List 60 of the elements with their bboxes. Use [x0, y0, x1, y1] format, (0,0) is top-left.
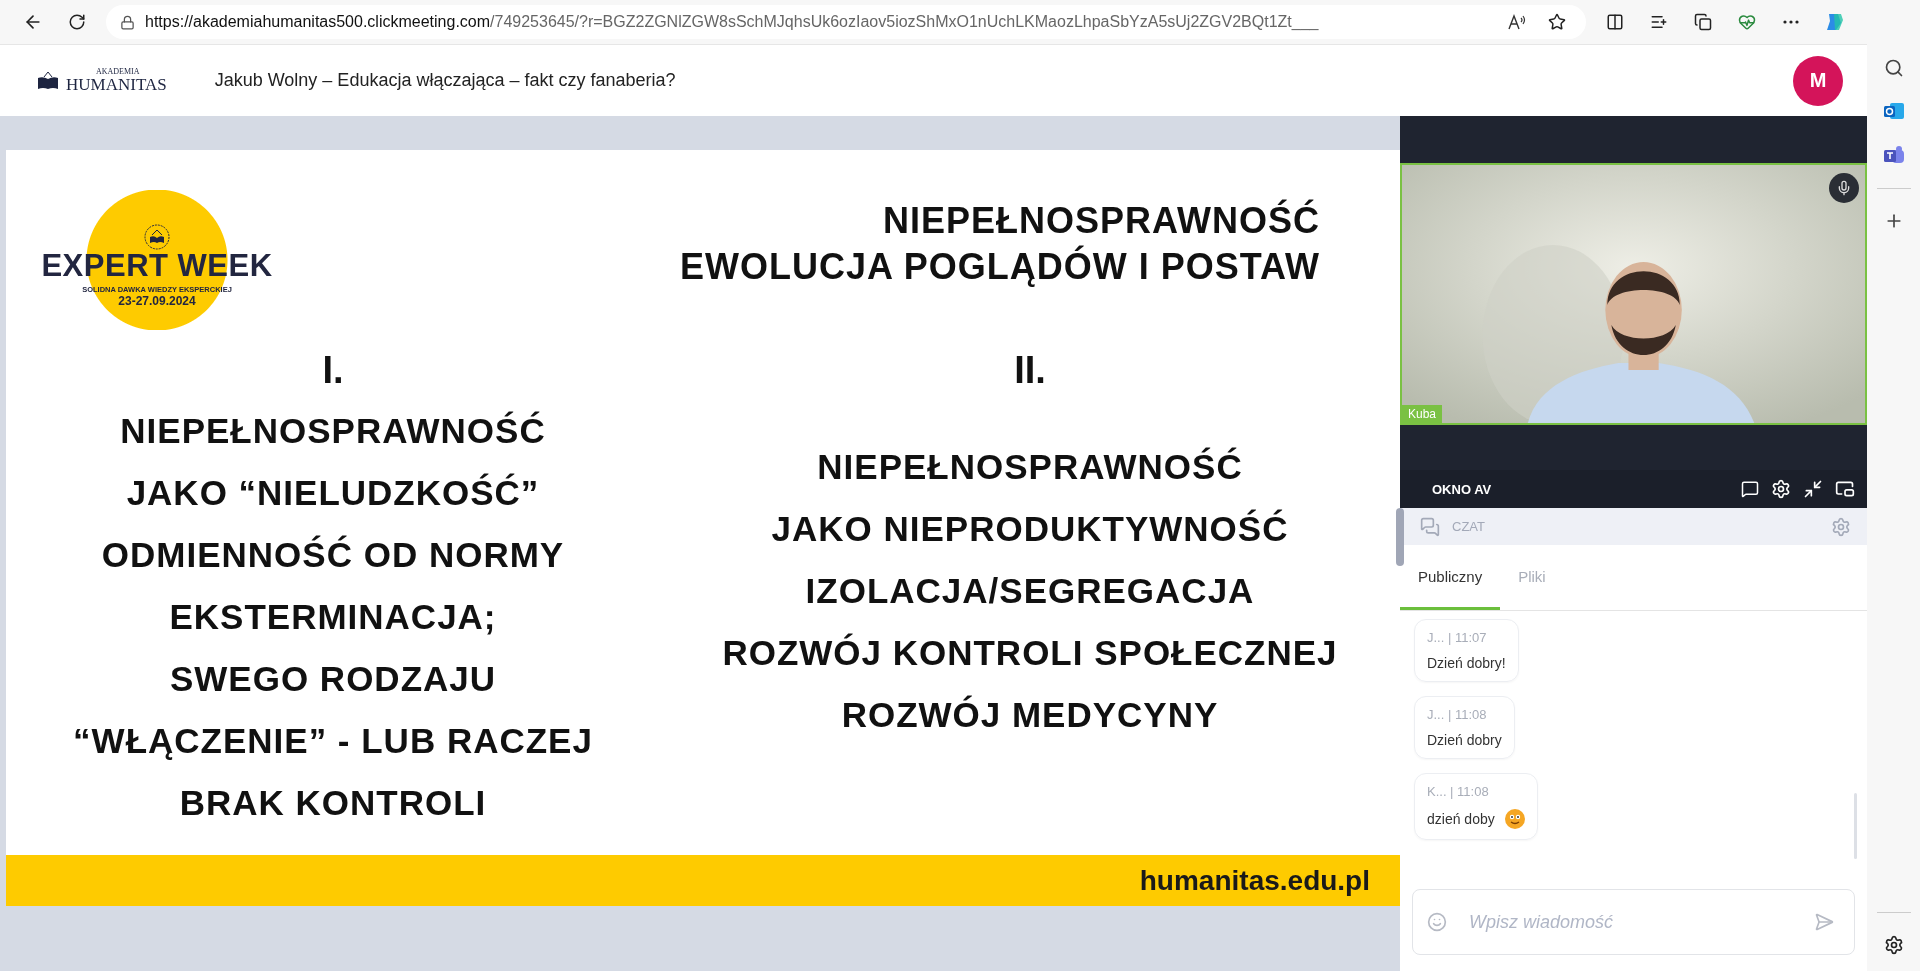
slide-text-line: JAKO NIEPRODUKTYWNOŚĆ: [771, 508, 1289, 550]
minimize-icon[interactable]: [1803, 479, 1823, 499]
slide-title: NIEPEŁNOSPRAWNOŚĆ: [882, 198, 1320, 243]
logo-dates: 23-27.09.2024: [118, 294, 196, 308]
heart-pulse-icon: [1738, 13, 1756, 31]
user-avatar[interactable]: M: [1793, 55, 1843, 106]
slide-text-line: “WŁĄCZENIE” - LUB RACZEJ: [73, 720, 593, 762]
message-text: dzień doby: [1427, 811, 1495, 827]
participant-name: Kuba: [1402, 405, 1443, 423]
url-text: https://akademiahumanitas500.clickmeeting.com/749253645/?r=BGZ2ZGNlZGW8sSchMJqhsUk6ozIaov5iozShMxO1nUchLKMaozLhpaSbYzA5sUj2ZGV2BQt1Zt___: [145, 13, 1319, 31]
chat-title: CZAT: [1452, 519, 1486, 534]
message-input-field[interactable]: Wpisz wiadomość: [1412, 889, 1855, 955]
slide-text-line: BRAK KONTROLI: [179, 782, 487, 824]
address-bar[interactable]: https://akademiahumanitas500.clickmeeting.com/749253645/?r=BGZ2ZGNlZGW8sSchMJqhsUk6ozIaov5iozShMxO1nUchLKMaozLhpaSbYzA5sUj2ZGV2BQt1Zt___: [106, 5, 1586, 39]
meeting-title: Jakub Wolny – Edukacja włączająca – fakt czy fanaberia?: [214, 70, 677, 91]
book-emblem-icon: [144, 224, 170, 250]
chat-icon: [1420, 516, 1440, 537]
section-numeral: I.: [322, 348, 344, 393]
copilot-icon: [1824, 11, 1846, 33]
slide-text-line: NIEPEŁNOSPRAWNOŚĆ: [120, 410, 546, 452]
list-plus-icon: [1650, 13, 1668, 31]
scrollbar-thumb[interactable]: [1854, 793, 1857, 859]
emoji-face-icon: [1504, 809, 1525, 829]
chat-bubble-icon[interactable]: [1741, 480, 1759, 498]
slide-text-line: ROZWÓJ KONTROLI SPOŁECZNEJ: [722, 632, 1338, 674]
chat-tab[interactable]: Publiczny: [1400, 545, 1501, 610]
refresh-icon: [68, 13, 86, 31]
slide-text-line: IZOLACJA/SEGREGACJA: [805, 570, 1255, 612]
brand-tagline: AKADEMIA: [95, 68, 141, 76]
scrollbar-thumb[interactable]: [1396, 508, 1404, 566]
star-icon: [1548, 13, 1566, 31]
message-meta: J... | 11:08: [1427, 707, 1488, 722]
brand-name: HUMANITAS: [66, 76, 167, 93]
slide-text-line: SWEGO RODZAJU: [169, 658, 497, 700]
section-numeral: II.: [1014, 348, 1046, 393]
footer-website: humanitas.edu.pl: [1139, 864, 1370, 897]
slide-text-line: ODMIENNOŚĆ OD NORMY: [101, 534, 565, 576]
message-meta: K... | 11:08: [1427, 784, 1490, 799]
settings-icon[interactable]: [1883, 935, 1904, 955]
message-text: Dzień dobry: [1427, 732, 1502, 748]
message-input[interactable]: Wpisz wiadomość: [1467, 910, 1794, 934]
microphone-icon: [1836, 180, 1852, 196]
search-icon[interactable]: [1883, 58, 1904, 78]
split-screen-icon: [1606, 13, 1624, 31]
slide-text-line: JAKO “NIELUDZKOŚĆ”: [126, 472, 540, 514]
slide-title: EWOLUCJA POGLĄDÓW I POSTAW: [680, 244, 1320, 289]
slide-text-line: EKSTERMINACJA;: [169, 596, 497, 638]
outlook-icon[interactable]: [1882, 100, 1905, 122]
picture-in-picture-icon[interactable]: [1835, 479, 1855, 499]
slide-text-line: ROZWÓJ MEDYCYNY: [841, 694, 1219, 736]
book-icon: [36, 71, 60, 90]
more-icon: [1783, 20, 1799, 24]
lock-icon: [120, 14, 135, 30]
teams-icon[interactable]: [1882, 144, 1905, 166]
collections-icon: [1694, 13, 1712, 31]
read-aloud-icon: [1508, 14, 1526, 30]
message-text: Dzień dobry!: [1427, 655, 1506, 671]
slide-text-line: NIEPEŁNOSPRAWNOŚĆ: [817, 446, 1243, 488]
message-meta: J... | 11:07: [1427, 630, 1488, 645]
av-window-title: OKNO AV: [1432, 481, 1493, 497]
